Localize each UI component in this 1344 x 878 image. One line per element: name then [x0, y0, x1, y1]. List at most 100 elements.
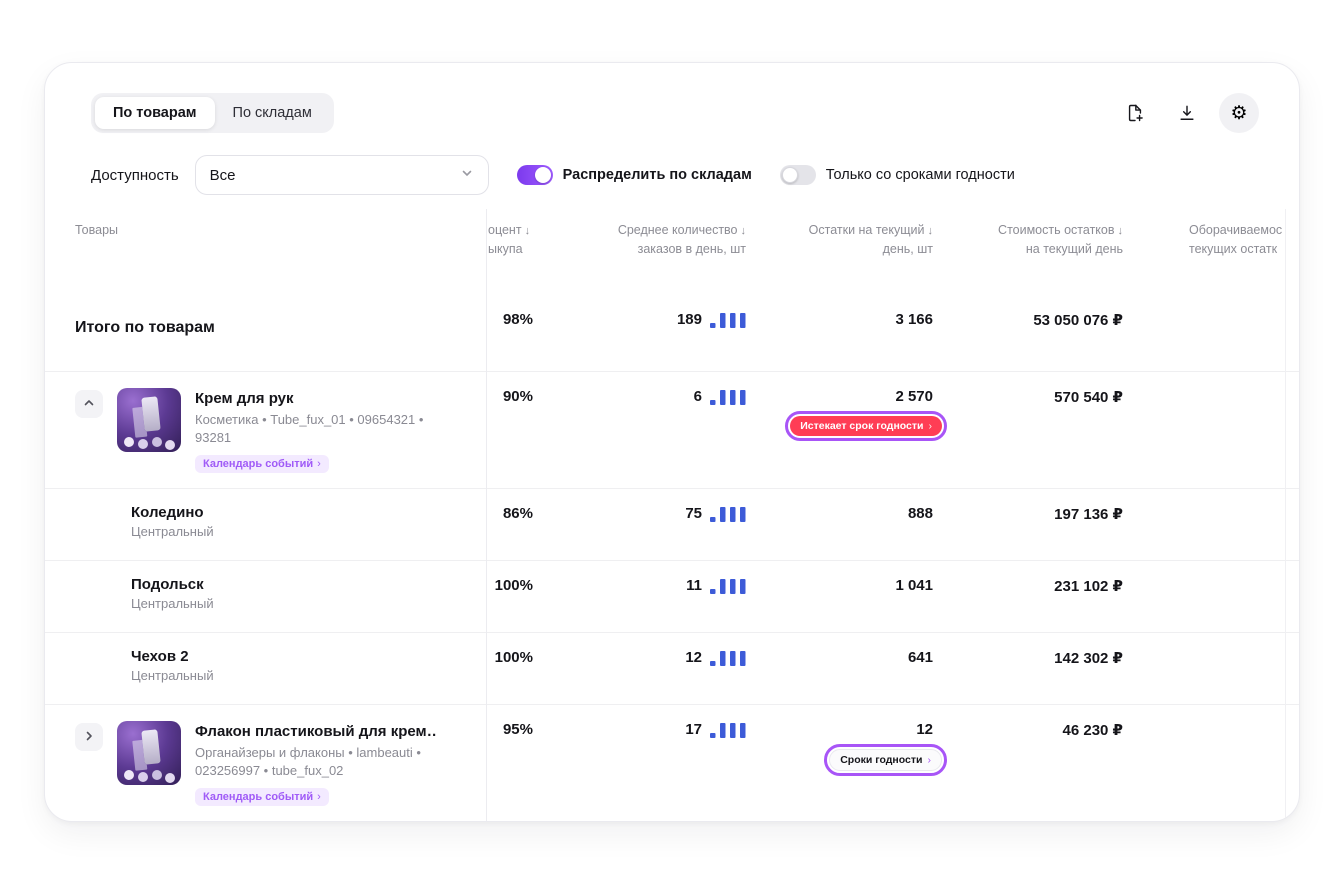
- column-label: заказов в день, шт: [637, 241, 746, 256]
- column-label: Товары: [75, 223, 118, 237]
- download-icon: [1177, 103, 1197, 123]
- product-image: [117, 721, 181, 785]
- stock-value-cell: 46 230 ₽: [1062, 722, 1123, 739]
- stock-cell: 2 570 Истекает срок годности ›: [750, 372, 947, 488]
- column-header-products[interactable]: Товары: [45, 209, 486, 289]
- calendar-events-badge[interactable]: Календарь событий ›: [195, 454, 329, 473]
- availability-select[interactable]: Все: [194, 155, 489, 195]
- warehouse-row: Подольск Центральный 100% 11 1 041 231 102 ₽: [45, 561, 1299, 633]
- chevron-right-icon: ›: [927, 754, 932, 766]
- avg-orders-cell: 75: [537, 489, 750, 560]
- chevron-up-icon: [83, 397, 95, 412]
- mini-bar-chart-icon[interactable]: [710, 312, 746, 328]
- warehouse-region: Центральный: [131, 524, 214, 539]
- warehouse-row: Коледино Центральный 86% 75 888 197 136 ₽: [45, 489, 1299, 561]
- column-header-buyout-percent[interactable]: оцент ↓ ыкупа: [486, 209, 537, 289]
- product-row: Крем для рук Косметика • Tube_fux_01 • 09…: [45, 372, 1299, 489]
- stock-cell: 12 Сроки годности ›: [750, 705, 947, 821]
- warehouse-row: Чехов 2 Центральный 100% 12 641 142 302 ₽: [45, 633, 1299, 705]
- toggle-knob: [781, 167, 798, 183]
- mini-bar-chart-icon[interactable]: [710, 722, 746, 738]
- panel-header: По товарам По складам ⚙: [45, 63, 1299, 133]
- column-label: день, шт: [882, 241, 933, 256]
- column-header-stock[interactable]: Остатки на текущий ↓ день, шт: [750, 209, 933, 289]
- table-header-row: Товары оцент ↓ ыкупа Среднее количество ↓ …: [45, 209, 1299, 289]
- chevron-right-icon: ›: [317, 457, 321, 470]
- summary-avg-orders: 189: [537, 289, 750, 371]
- column-label: Остатки на текущий: [808, 223, 925, 237]
- calendar-events-badge[interactable]: Календарь событий ›: [195, 787, 329, 806]
- summary-stock-value: 53 050 076 ₽: [1033, 312, 1123, 329]
- highlight-ring: Истекает срок годности ›: [785, 411, 947, 441]
- product-subtitle: Органайзеры и флаконы • lambeauti • 0232…: [195, 745, 421, 779]
- mini-bar-chart-icon[interactable]: [710, 506, 746, 522]
- column-header-stock-value[interactable]: Стоимость остатков ↓ на текущий день: [933, 209, 1123, 289]
- tab-by-warehouses[interactable]: По складам: [215, 97, 330, 129]
- warehouse-name: Подольск: [131, 576, 204, 593]
- download-button[interactable]: [1167, 93, 1207, 133]
- toggle-switch[interactable]: [779, 165, 816, 185]
- inventory-table: Товары оцент ↓ ыкупа Среднее количество ↓ …: [45, 209, 1299, 821]
- toggle-label: Только со сроками годности: [825, 167, 1015, 183]
- column-label: Оборачиваемос: [1189, 223, 1283, 237]
- stock-cell: 1 041: [895, 577, 933, 594]
- column-label: оцент: [488, 223, 522, 237]
- warehouse-region: Центральный: [131, 596, 214, 611]
- expiry-warning-badge[interactable]: Истекает срок годности ›: [790, 416, 942, 436]
- stock-value-cell: 197 136 ₽: [1054, 506, 1123, 523]
- product-row: Флакон пластиковый для крем… Органайзеры …: [45, 705, 1299, 821]
- filter-row: Доступность Все Распределить по складам …: [91, 155, 1259, 195]
- inventory-panel: По товарам По складам ⚙ Доступность Все …: [44, 62, 1300, 822]
- warehouse-name: Коледино: [131, 504, 204, 521]
- column-divider: [1285, 209, 1286, 821]
- column-label: ыкупа: [488, 241, 523, 256]
- chevron-right-icon: ›: [928, 420, 933, 432]
- availability-value: Все: [209, 166, 236, 184]
- toggle-switch[interactable]: [516, 165, 553, 185]
- settings-button[interactable]: ⚙: [1219, 93, 1259, 133]
- column-divider: [486, 209, 487, 821]
- mini-bar-chart-icon[interactable]: [710, 650, 746, 666]
- buyout-percent-cell: 86%: [502, 505, 533, 522]
- stock-value-cell: 142 302 ₽: [1054, 650, 1123, 667]
- buyout-percent-cell: 100%: [494, 649, 533, 666]
- summary-buyout-percent: 98%: [502, 311, 533, 328]
- buyout-percent-cell: 90%: [502, 388, 533, 405]
- stock-value-cell: 570 540 ₽: [1054, 389, 1123, 406]
- expand-row-button[interactable]: [75, 723, 103, 751]
- view-tabs: По товарам По складам: [91, 93, 334, 133]
- product-title: Крем для рук: [195, 390, 294, 407]
- avg-orders-value: 189: [676, 311, 702, 328]
- toggle-label: Распределить по складам: [562, 167, 752, 183]
- column-header-avg-orders[interactable]: Среднее количество ↓ заказов в день, шт: [537, 209, 750, 289]
- chevron-right-icon: [83, 730, 95, 745]
- create-report-button[interactable]: [1115, 93, 1155, 133]
- chevron-down-icon: [460, 166, 474, 184]
- only-with-expiry-toggle[interactable]: Только со сроками годности: [779, 165, 1015, 185]
- gear-icon: ⚙: [1230, 102, 1248, 124]
- mini-bar-chart-icon[interactable]: [710, 578, 746, 594]
- mini-bar-chart-icon[interactable]: [710, 389, 746, 405]
- buyout-percent-cell: 95%: [502, 721, 533, 738]
- shelf-life-badge[interactable]: Сроки годности ›: [829, 749, 942, 771]
- stock-value: 3 166: [895, 311, 933, 328]
- column-label: Среднее количество: [617, 223, 738, 237]
- distribute-by-warehouses-toggle[interactable]: Распределить по складам: [516, 165, 752, 185]
- highlight-ring: Сроки годности ›: [824, 744, 947, 776]
- summary-label: Итого по товарам: [75, 319, 215, 336]
- column-label: текущих остатк: [1189, 241, 1278, 256]
- chevron-right-icon: ›: [317, 790, 321, 803]
- availability-label: Доступность: [91, 166, 179, 184]
- avg-orders-cell: 11: [537, 561, 750, 632]
- product-title: Флакон пластиковый для крем…: [195, 723, 437, 740]
- product-subtitle: Косметика • Tube_fux_01 • 09654321 • 932…: [195, 412, 424, 446]
- stock-cell: 641: [907, 649, 933, 666]
- avg-orders-cell: 12: [537, 633, 750, 704]
- toolbar: ⚙: [1115, 93, 1259, 133]
- column-label: на текущий день: [1025, 241, 1123, 256]
- warehouse-region: Центральный: [131, 668, 214, 683]
- column-header-turnover[interactable]: Оборачиваемос текущих остатк: [1123, 209, 1285, 289]
- avg-orders-cell: 6: [537, 372, 750, 488]
- collapse-row-button[interactable]: [75, 390, 103, 418]
- tab-by-products[interactable]: По товарам: [95, 97, 215, 129]
